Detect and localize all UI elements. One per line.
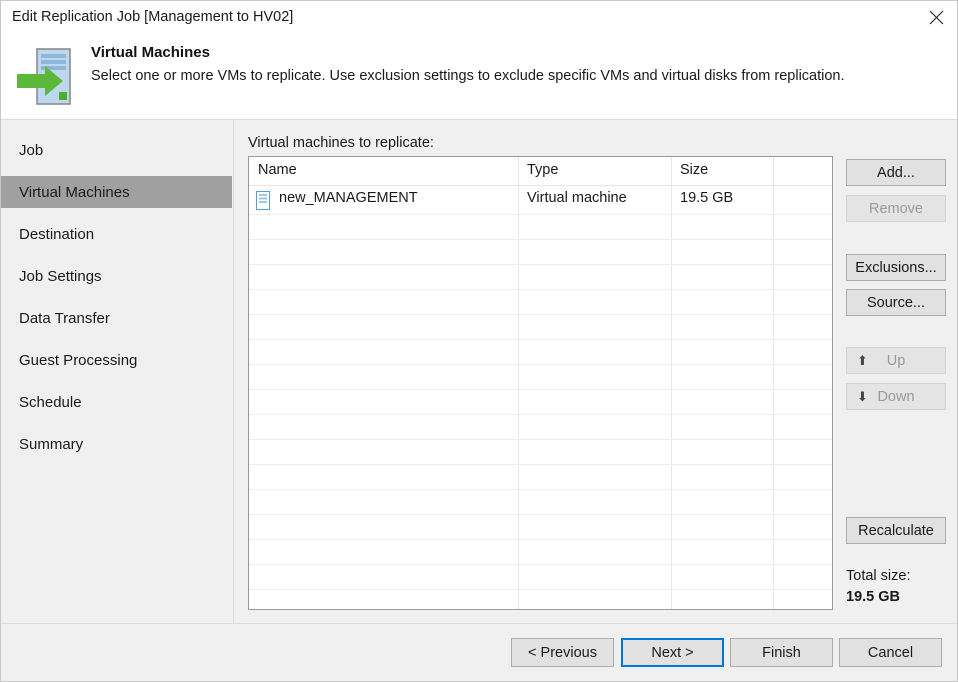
vm-list-grid[interactable]: Name Type Size new_MANAGEMENT bbox=[248, 156, 833, 610]
recalculate-button-label: Recalculate bbox=[858, 523, 934, 539]
wizard-steps-sidebar: Job Virtual Machines Destination Job Set… bbox=[1, 120, 233, 623]
sidebar-item-job-settings[interactable]: Job Settings bbox=[1, 260, 232, 292]
sidebar-item-label: Virtual Machines bbox=[1, 184, 130, 201]
exclusions-button-label: Exclusions... bbox=[855, 260, 936, 276]
sidebar-item-label: Summary bbox=[1, 436, 83, 453]
title-bar: Edit Replication Job [Management to HV02… bbox=[1, 1, 958, 35]
row-divider bbox=[249, 289, 832, 290]
total-size-value: 19.5 GB bbox=[846, 589, 900, 605]
row-divider bbox=[249, 214, 832, 215]
vm-list-label: Virtual machines to replicate: bbox=[248, 135, 434, 151]
arrow-down-icon: ⬇ bbox=[857, 390, 868, 403]
row-divider bbox=[249, 339, 832, 340]
source-button[interactable]: Source... bbox=[846, 289, 946, 316]
close-button[interactable] bbox=[913, 1, 958, 33]
row-divider bbox=[249, 589, 832, 590]
sidebar-item-schedule[interactable]: Schedule bbox=[1, 386, 232, 418]
replication-vm-icon bbox=[15, 45, 87, 111]
row-divider bbox=[249, 364, 832, 365]
row-divider bbox=[249, 314, 832, 315]
close-icon bbox=[929, 10, 944, 25]
sidebar-item-label: Job Settings bbox=[1, 268, 102, 285]
column-divider bbox=[671, 157, 672, 609]
cell-vm-type: Virtual machine bbox=[527, 190, 627, 206]
sidebar-item-destination[interactable]: Destination bbox=[1, 218, 232, 250]
sidebar-item-label: Destination bbox=[1, 226, 94, 243]
row-divider bbox=[249, 464, 832, 465]
sidebar-item-summary[interactable]: Summary bbox=[1, 428, 232, 460]
recalculate-button[interactable]: Recalculate bbox=[846, 517, 946, 544]
cell-vm-name: new_MANAGEMENT bbox=[279, 190, 418, 206]
dialog-footer: < Previous Next > Finish Cancel bbox=[1, 624, 958, 682]
column-header-size[interactable]: Size bbox=[680, 162, 708, 178]
sidebar-item-label: Schedule bbox=[1, 394, 82, 411]
row-divider bbox=[249, 389, 832, 390]
move-up-button[interactable]: ⬆ Up bbox=[846, 347, 946, 374]
sidebar-item-label: Data Transfer bbox=[1, 310, 110, 327]
row-divider bbox=[249, 439, 832, 440]
main-panel: Virtual machines to replicate: Name Type… bbox=[233, 120, 958, 623]
row-divider bbox=[249, 239, 832, 240]
exclusions-button[interactable]: Exclusions... bbox=[846, 254, 946, 281]
row-divider bbox=[249, 514, 832, 515]
row-divider bbox=[249, 414, 832, 415]
next-button[interactable]: Next > bbox=[621, 638, 724, 667]
replication-job-wizard-dialog: Edit Replication Job [Management to HV02… bbox=[0, 0, 958, 682]
row-divider bbox=[249, 489, 832, 490]
cancel-button[interactable]: Cancel bbox=[839, 638, 942, 667]
row-divider bbox=[249, 564, 832, 565]
sidebar-item-virtual-machines[interactable]: Virtual Machines bbox=[1, 176, 232, 208]
remove-button-label: Remove bbox=[869, 201, 923, 217]
grid-header-row: Name Type Size bbox=[249, 157, 832, 185]
column-header-type[interactable]: Type bbox=[527, 162, 558, 178]
move-down-button-label: Down bbox=[877, 389, 914, 405]
page-title: Virtual Machines bbox=[91, 44, 210, 61]
column-divider bbox=[518, 157, 519, 609]
sidebar-item-guest-processing[interactable]: Guest Processing bbox=[1, 344, 232, 376]
sidebar-item-label: Guest Processing bbox=[1, 352, 137, 369]
arrow-up-icon: ⬆ bbox=[857, 354, 868, 367]
page-description: Select one or more VMs to replicate. Use… bbox=[91, 68, 845, 84]
column-divider bbox=[773, 157, 774, 609]
dialog-body: Job Virtual Machines Destination Job Set… bbox=[1, 120, 958, 623]
column-header-name[interactable]: Name bbox=[258, 162, 297, 178]
sidebar-item-data-transfer[interactable]: Data Transfer bbox=[1, 302, 232, 334]
wizard-header: Virtual Machines Select one or more VMs … bbox=[1, 35, 958, 119]
row-divider bbox=[249, 539, 832, 540]
next-button-label: Next > bbox=[651, 645, 693, 661]
window-title: Edit Replication Job [Management to HV02… bbox=[12, 9, 293, 25]
cancel-button-label: Cancel bbox=[868, 645, 913, 661]
cell-vm-size: 19.5 GB bbox=[680, 190, 733, 206]
finish-button[interactable]: Finish bbox=[730, 638, 833, 667]
add-button-label: Add... bbox=[877, 165, 915, 181]
sidebar-item-label: Job bbox=[1, 142, 43, 159]
add-button[interactable]: Add... bbox=[846, 159, 946, 186]
row-divider bbox=[249, 264, 832, 265]
move-up-button-label: Up bbox=[887, 353, 906, 369]
remove-button[interactable]: Remove bbox=[846, 195, 946, 222]
table-row[interactable]: new_MANAGEMENT Virtual machine 19.5 GB bbox=[249, 186, 832, 214]
previous-button-label: < Previous bbox=[528, 645, 597, 661]
vm-server-icon bbox=[256, 191, 270, 210]
total-size-label: Total size: bbox=[846, 568, 910, 584]
sidebar-item-job[interactable]: Job bbox=[1, 134, 232, 166]
finish-button-label: Finish bbox=[762, 645, 801, 661]
source-button-label: Source... bbox=[867, 295, 925, 311]
previous-button[interactable]: < Previous bbox=[511, 638, 614, 667]
move-down-button[interactable]: ⬇ Down bbox=[846, 383, 946, 410]
